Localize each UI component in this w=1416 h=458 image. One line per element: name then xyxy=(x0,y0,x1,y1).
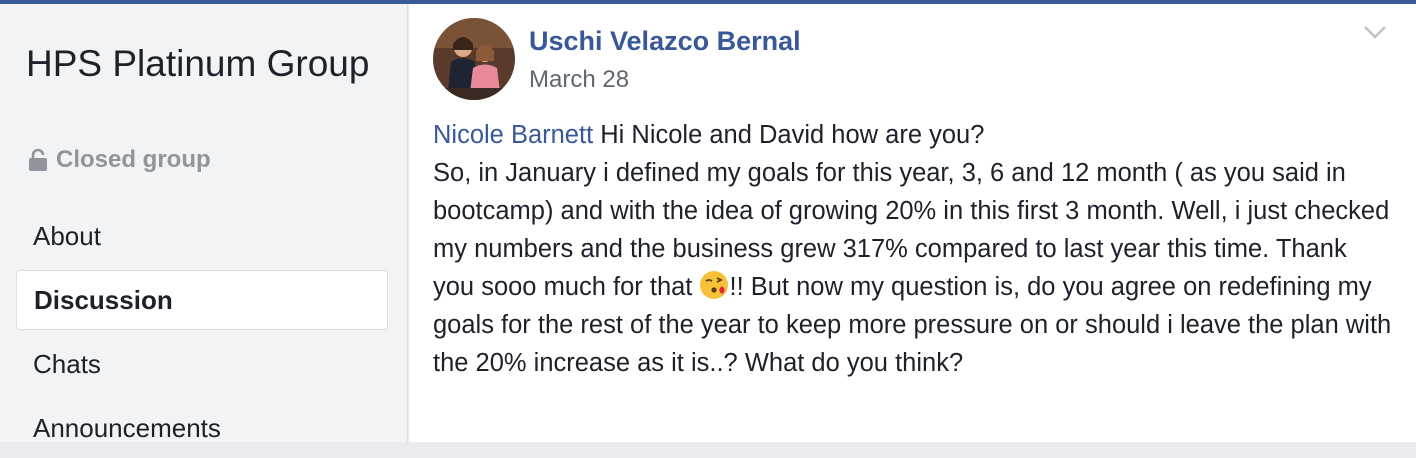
nav-item-label: Chats xyxy=(33,348,101,379)
nav-item-label: Discussion xyxy=(34,284,173,315)
author-avatar[interactable] xyxy=(433,18,515,100)
group-name[interactable]: HPS Platinum Group xyxy=(26,42,396,86)
nav-item-chats[interactable]: Chats xyxy=(16,334,388,394)
nav-item-label: About xyxy=(33,220,101,251)
nav-item-about[interactable]: About xyxy=(16,206,388,266)
mention-link[interactable]: Nicole Barnett xyxy=(433,121,593,149)
nav-item-label: Announcements xyxy=(33,412,221,443)
group-sidebar: HPS Platinum Group Closed group About Di… xyxy=(0,4,408,443)
chevron-down-icon[interactable] xyxy=(1361,20,1389,44)
lock-icon xyxy=(29,148,47,171)
kissing-face-emoji-icon xyxy=(700,271,729,299)
post-text: Nicole Barnett Hi Nicole and David how a… xyxy=(433,116,1393,382)
post-card: Uschi Velazco Bernal March 28 Nicole Bar… xyxy=(409,4,1416,442)
group-privacy: Closed group xyxy=(28,146,211,174)
post-greeting: Hi Nicole and David how are you? xyxy=(593,121,985,149)
nav-item-announcements[interactable]: Announcements xyxy=(16,398,388,458)
privacy-label: Closed group xyxy=(56,146,211,173)
post-timestamp[interactable]: March 28 xyxy=(529,66,629,94)
post-author-link[interactable]: Uschi Velazco Bernal xyxy=(529,26,801,57)
nav-item-discussion[interactable]: Discussion xyxy=(16,270,388,330)
